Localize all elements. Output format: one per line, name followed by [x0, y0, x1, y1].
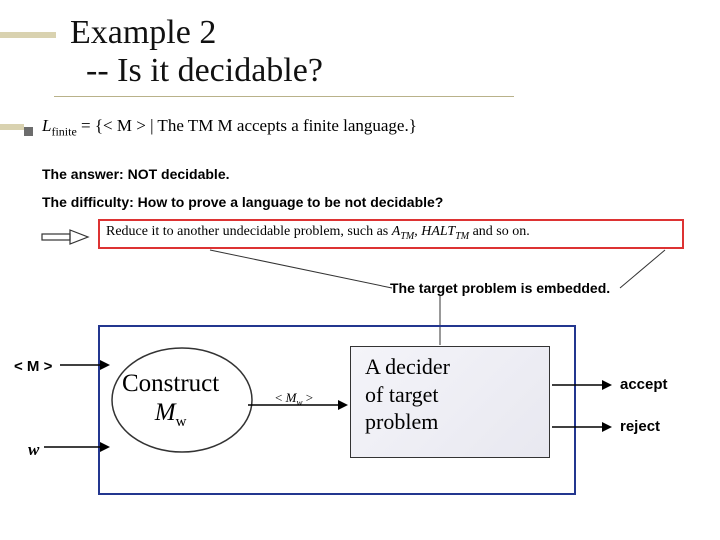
mid-arrow-label: < Mw > — [275, 390, 313, 408]
decider-l2: of target — [365, 381, 535, 409]
output-reject: reject — [620, 418, 660, 435]
arrow-accept — [552, 378, 612, 392]
output-accept: accept — [620, 376, 668, 393]
construct-block: Construct Mw — [122, 370, 219, 431]
construct-word: Construct — [122, 370, 219, 399]
decider-l1: A decider — [365, 353, 535, 381]
decider-l3: problem — [365, 408, 535, 436]
arrow-reject — [552, 420, 612, 434]
arrow-input-w — [44, 440, 110, 454]
decider-box: A decider of target problem — [350, 346, 550, 458]
input-w-label: w — [28, 440, 39, 460]
construct-Mw: Mw — [122, 399, 219, 431]
input-M-label: < M > — [14, 358, 52, 375]
arrow-input-m — [60, 358, 110, 372]
